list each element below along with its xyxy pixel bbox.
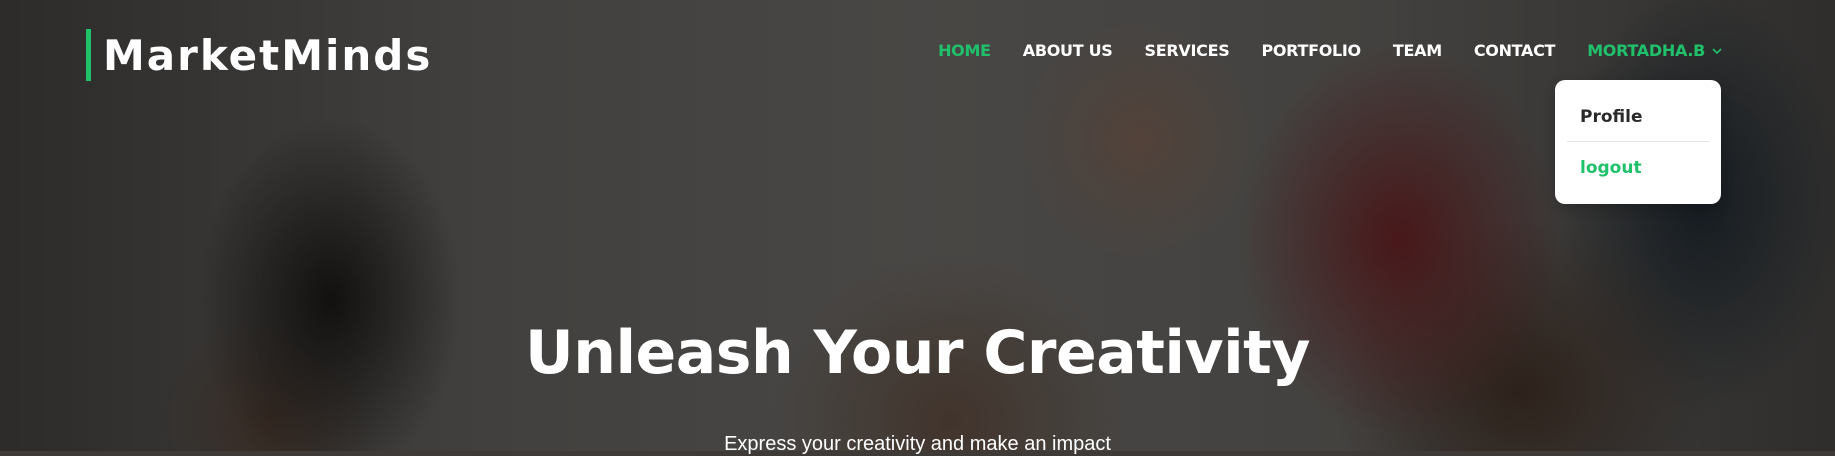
nav-about-us[interactable]: ABOUT US [1023,41,1113,60]
dropdown-item-profile[interactable]: Profile [1580,107,1642,127]
site-logo[interactable]: MarketMinds [86,29,432,81]
hero-subtext: Express your creativity and make an impa… [724,433,1111,455]
user-dropdown-menu: Profile logout [1555,80,1721,204]
dropdown-divider [1567,141,1709,142]
chevron-down-icon [1712,40,1722,59]
main-nav: HOME ABOUT US SERVICES PORTFOLIO TEAM CO… [906,41,1722,60]
user-name: MORTADHA.B [1587,41,1705,60]
nav-portfolio[interactable]: PORTFOLIO [1261,41,1361,60]
nav-contact[interactable]: CONTACT [1474,41,1556,60]
nav-team[interactable]: TEAM [1393,41,1442,60]
hero-headline: Unleash Your Creativity [525,318,1310,388]
brand-name: MarketMinds [103,30,433,80]
dropdown-item-logout[interactable]: logout [1580,158,1642,178]
user-menu-toggle[interactable]: MORTADHA.B [1587,41,1722,60]
nav-services[interactable]: SERVICES [1145,41,1230,60]
nav-home[interactable]: HOME [938,41,991,60]
